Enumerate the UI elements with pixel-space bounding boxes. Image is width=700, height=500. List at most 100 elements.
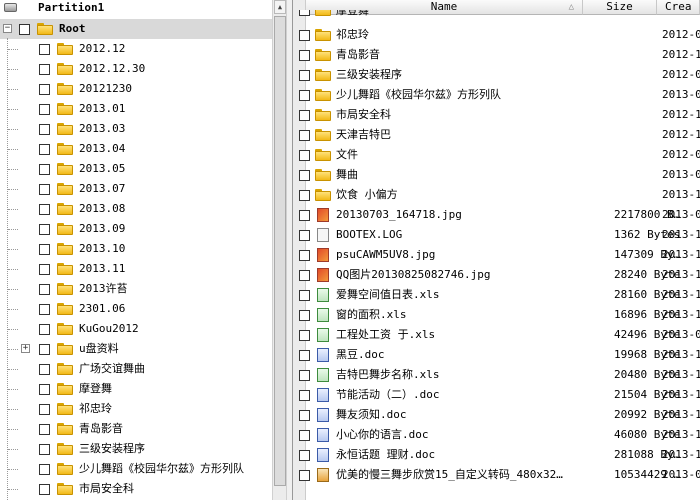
row-checkbox[interactable] <box>299 10 310 16</box>
row-checkbox[interactable] <box>299 330 310 341</box>
tree-item-checkbox[interactable] <box>39 244 50 255</box>
tree-item[interactable]: 广场交谊舞曲 <box>0 359 272 379</box>
list-row[interactable]: 黑豆.doc 19968 Bytes 2013-1 <box>293 345 700 365</box>
tree-item[interactable]: 2013.07 <box>0 179 272 199</box>
tree-item[interactable]: 2013.01 <box>0 99 272 119</box>
row-checkbox[interactable] <box>299 310 310 321</box>
row-checkbox[interactable] <box>299 450 310 461</box>
tree-item-checkbox[interactable] <box>39 144 50 155</box>
tree-item-checkbox[interactable] <box>39 164 50 175</box>
tree-item[interactable]: 20121230 <box>0 79 272 99</box>
list-row[interactable]: 舞友须知.doc 20992 Bytes 2013-1 <box>293 405 700 425</box>
expand-icon[interactable]: + <box>21 344 30 353</box>
row-checkbox[interactable] <box>299 370 310 381</box>
row-checkbox[interactable] <box>299 350 310 361</box>
row-checkbox[interactable] <box>299 150 310 161</box>
row-checkbox[interactable] <box>299 190 310 201</box>
list-row[interactable]: 市局安全科 2012-1 <box>293 105 700 125</box>
tree-item[interactable]: 摩登舞 <box>0 379 272 399</box>
tree-item[interactable]: 2012.12 <box>0 39 272 59</box>
list-row[interactable]: 爱舞空间值日表.xls 28160 Bytes 2013-1 <box>293 285 700 305</box>
tree-item-checkbox[interactable] <box>39 484 50 495</box>
collapse-icon[interactable]: − <box>3 24 12 33</box>
tree-item-checkbox[interactable] <box>39 344 50 355</box>
tree-item[interactable]: 2013.11 <box>0 259 272 279</box>
tree-item[interactable]: 2013.04 <box>0 139 272 159</box>
tree-item[interactable]: 市局安全科 <box>0 479 272 499</box>
tree-item[interactable]: 祁忠玲 <box>0 399 272 419</box>
tree-item[interactable]: 2301.06 <box>0 299 272 319</box>
row-checkbox[interactable] <box>299 130 310 141</box>
tree-partition[interactable]: Partition1 <box>0 0 272 16</box>
list-row[interactable]: 20130703_164718.jpg 2217800 B… 2013-0 <box>293 205 700 225</box>
tree-item-checkbox[interactable] <box>39 404 50 415</box>
tree-item[interactable]: 2013许苔 <box>0 279 272 299</box>
list-row[interactable]: 天津吉特巴 2012-1 <box>293 125 700 145</box>
row-checkbox[interactable] <box>299 50 310 61</box>
tree-item[interactable]: 2012.12.30 <box>0 59 272 79</box>
list-row[interactable]: 工程处工资 于.xls 42496 Bytes 2013-0 <box>293 325 700 345</box>
scroll-thumb[interactable] <box>274 16 286 486</box>
list-row[interactable]: 舞曲 2013-0 <box>293 165 700 185</box>
left-scrollbar[interactable]: ▲ <box>272 0 287 500</box>
tree-item-checkbox[interactable] <box>39 324 50 335</box>
tree-item[interactable]: KuGou2012 <box>0 319 272 339</box>
tree-item-checkbox[interactable] <box>39 444 50 455</box>
row-checkbox[interactable] <box>299 70 310 81</box>
list-row[interactable]: 少儿舞蹈《校园华尔兹》方形列队 2013-0 <box>293 85 700 105</box>
row-checkbox[interactable] <box>299 390 310 401</box>
tree-root[interactable]: − Root <box>0 19 272 39</box>
root-checkbox[interactable] <box>19 24 30 35</box>
tree-item-checkbox[interactable] <box>39 184 50 195</box>
tree-item[interactable]: 2013.03 <box>0 119 272 139</box>
list-row[interactable]: 优美的慢三舞步欣赏15_自定义转码_480x32… 10534429 … 2013-… <box>293 465 700 485</box>
row-checkbox[interactable] <box>299 410 310 421</box>
list-row[interactable]: 永恒话题 理财.doc 281088 By… 2013-1 <box>293 445 700 465</box>
list-row[interactable]: 窗的面积.xls 16896 Bytes 2013-1 <box>293 305 700 325</box>
tree-item[interactable]: 三级安装程序 <box>0 439 272 459</box>
tree-item-checkbox[interactable] <box>39 304 50 315</box>
list-row[interactable]: 三级安装程序 2012-0 <box>293 65 700 85</box>
tree-item-checkbox[interactable] <box>39 384 50 395</box>
list-row[interactable]: BOOTEX.LOG 1362 Bytes 2013-1 <box>293 225 700 245</box>
tree-item[interactable]: 2013.10 <box>0 239 272 259</box>
tree-item[interactable]: 2013.05 <box>0 159 272 179</box>
list-row[interactable]: 小心你的语言.doc 46080 Bytes 2013-1 <box>293 425 700 445</box>
row-checkbox[interactable] <box>299 290 310 301</box>
row-checkbox[interactable] <box>299 470 310 481</box>
tree-item[interactable]: 2013.09 <box>0 219 272 239</box>
tree-item-checkbox[interactable] <box>39 204 50 215</box>
list-row[interactable]: QQ图片20130825082746.jpg 28240 Bytes 2013-1 <box>293 265 700 285</box>
tree-item-checkbox[interactable] <box>39 84 50 95</box>
tree-item-checkbox[interactable] <box>39 124 50 135</box>
tree-item[interactable]: 2013.08 <box>0 199 272 219</box>
tree-item-checkbox[interactable] <box>39 264 50 275</box>
row-checkbox[interactable] <box>299 210 310 221</box>
tree-item-checkbox[interactable] <box>39 104 50 115</box>
list-row-partial[interactable]: 摩登舞 <box>293 10 700 18</box>
row-checkbox[interactable] <box>299 270 310 281</box>
tree-item-checkbox[interactable] <box>39 364 50 375</box>
list-row[interactable]: psuCAWM5UV8.jpg 147309 By… 2013-1 <box>293 245 700 265</box>
row-checkbox[interactable] <box>299 90 310 101</box>
tree-item[interactable]: + u盘资料 <box>0 339 272 359</box>
row-checkbox[interactable] <box>299 110 310 121</box>
tree-item-checkbox[interactable] <box>39 224 50 235</box>
row-checkbox[interactable] <box>299 230 310 241</box>
scroll-up-arrow-icon[interactable]: ▲ <box>274 0 286 14</box>
list-row[interactable]: 吉特巴舞步名称.xls 20480 Bytes 2013-1 <box>293 365 700 385</box>
row-checkbox[interactable] <box>299 30 310 41</box>
tree-item-checkbox[interactable] <box>39 424 50 435</box>
row-checkbox[interactable] <box>299 250 310 261</box>
list-row[interactable]: 节能活动（二）.doc 21504 Bytes 2013-1 <box>293 385 700 405</box>
tree-item-checkbox[interactable] <box>39 64 50 75</box>
tree-item[interactable]: 少儿舞蹈《校园华尔兹》方形列队 <box>0 459 272 479</box>
list-row[interactable]: 青岛影音 2012-1 <box>293 45 700 65</box>
tree-item[interactable]: 青岛影音 <box>0 419 272 439</box>
tree-item-checkbox[interactable] <box>39 44 50 55</box>
row-checkbox[interactable] <box>299 170 310 181</box>
tree-item-checkbox[interactable] <box>39 284 50 295</box>
list-row[interactable]: 祁忠玲 2012-0 <box>293 25 700 45</box>
list-row[interactable]: 文件 2012-0 <box>293 145 700 165</box>
row-checkbox[interactable] <box>299 430 310 441</box>
